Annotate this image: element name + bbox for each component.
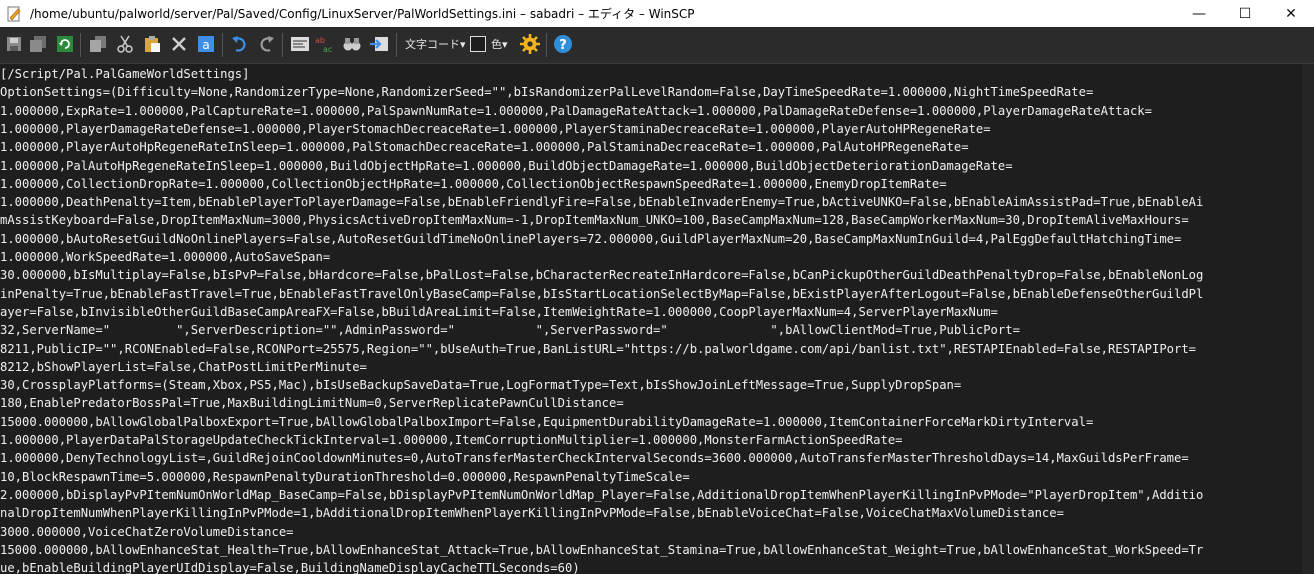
save-all-icon[interactable] — [27, 33, 49, 55]
reload-icon[interactable] — [54, 33, 76, 55]
save-icon[interactable] — [3, 33, 25, 55]
paste-icon[interactable] — [141, 33, 163, 55]
svg-text:a: a — [202, 38, 209, 52]
vertical-scrollbar[interactable] — [1302, 64, 1314, 574]
color-swatch[interactable] — [470, 36, 486, 52]
redo-icon[interactable] — [255, 33, 277, 55]
code-line: nalDropItemNumWhenPlayerKillingInPvPMode… — [0, 506, 1064, 521]
code-line: mAssistKeyboard=False,DropItemMaxNum=300… — [0, 213, 1189, 228]
code-line: inPenalty=True,bEnableFastTravel=True,bE… — [0, 286, 1204, 301]
code-line: 1.000000,PlayerDamageRateDefense=1.00000… — [0, 121, 991, 136]
maximize-button[interactable]: ☐ — [1222, 0, 1268, 27]
editor-app-icon — [7, 6, 21, 21]
help-icon[interactable]: ? — [552, 33, 574, 55]
code-line: 30.000000,bIsMultiplay=False,bIsPvP=Fals… — [0, 268, 1204, 283]
text-editor-area[interactable]: [/Script/Pal.PalGameWorldSettings] Option… — [0, 64, 1302, 574]
minimize-button[interactable]: — — [1176, 0, 1222, 27]
copy-icon[interactable] — [87, 33, 109, 55]
code-line: ue,bEnableBuildingPlayerUIdDisplay=False… — [0, 561, 580, 574]
toolbar-separator — [282, 33, 283, 57]
editor-toolbar: a ab ac 文字コード▾ 色▾ ? — [0, 27, 1314, 64]
code-line: 1.000000,PlayerAutoHpRegeneRateInSleep=1… — [0, 140, 969, 155]
code-line: 1.000000,CollectionDropRate=1.000000,Col… — [0, 176, 947, 191]
code-line: 3000.000000,VoiceChatZeroVolumeDistance= — [0, 524, 294, 539]
code-line: ayer=False,bInvisibleOtherGuildBaseCampA… — [0, 304, 998, 319]
code-line: 2.000000,bDisplayPvPItemNumOnWorldMap_Ba… — [0, 487, 1204, 502]
toolbar-separator — [396, 33, 397, 57]
code-line: 8211,PublicIP="",RCONEnabled=False,RCONP… — [0, 341, 1197, 356]
code-line: 1.000000,DeathPenalty=Item,bEnablePlayer… — [0, 195, 1204, 210]
encoding-dropdown[interactable]: 文字コード▾ — [405, 36, 466, 52]
code-line: 15000.000000,bAllowGlobalPalboxExport=Tr… — [0, 414, 1094, 429]
code-line: 1.000000,WorkSpeedRate=1.000000,AutoSave… — [0, 250, 331, 264]
code-line: OptionSettings=(Difficulty=None,Randomiz… — [0, 85, 1094, 100]
replace-icon[interactable]: ab ac — [314, 33, 336, 55]
code-line: 1.000000,PalAutoHpRegeneRateInSleep=1.00… — [0, 158, 1013, 173]
code-line: 30,CrossplayPlatforms=(Steam,Xbox,PS5,Ma… — [0, 378, 962, 393]
svg-text:ab: ab — [315, 36, 325, 45]
undo-icon[interactable] — [229, 33, 251, 55]
code-line: 8212,bShowPlayerList=False,ChatPostLimit… — [0, 359, 367, 374]
gear-icon[interactable] — [519, 33, 541, 55]
code-line: 1.000000,bAutoResetGuildNoOnlinePlayers=… — [0, 231, 1182, 246]
toolbar-separator — [222, 33, 223, 57]
code-line: 10,BlockRespawnTime=5.000000,RespawnPena… — [0, 469, 690, 484]
code-line: 32,ServerName=" ",ServerDescription="",A… — [0, 323, 1020, 338]
close-button[interactable]: ✕ — [1268, 0, 1314, 27]
cut-icon[interactable] — [114, 33, 136, 55]
window-title: /home/ubuntu/palworld/server/Pal/Saved/C… — [30, 7, 695, 21]
svg-text:?: ? — [559, 38, 567, 53]
title-bar: /home/ubuntu/palworld/server/Pal/Saved/C… — [0, 0, 1314, 27]
goto-line-icon[interactable] — [368, 33, 390, 55]
select-all-icon[interactable]: a — [195, 33, 217, 55]
svg-text:ac: ac — [323, 45, 332, 54]
color-dropdown[interactable]: 色▾ — [491, 36, 508, 52]
toolbar-separator — [80, 33, 81, 57]
toolbar-separator — [546, 33, 547, 57]
code-line: 180,EnablePredatorBossPal=True,MaxBuildi… — [0, 396, 624, 411]
code-line: 1.000000,ExpRate=1.000000,PalCaptureRate… — [0, 103, 1152, 118]
code-line: 1.000000,PlayerDataPalStorageUpdateCheck… — [0, 433, 903, 447]
find-icon[interactable] — [289, 33, 311, 55]
section-header-line: [/Script/Pal.PalGameWorldSettings] — [0, 67, 250, 81]
find-next-icon[interactable] — [341, 33, 363, 55]
code-line: 15000.000000,bAllowEnhanceStat_Health=Tr… — [0, 542, 1204, 557]
code-line: 1.000000,DenyTechnologyList=,GuildRejoin… — [0, 451, 1189, 466]
delete-icon[interactable] — [168, 33, 190, 55]
